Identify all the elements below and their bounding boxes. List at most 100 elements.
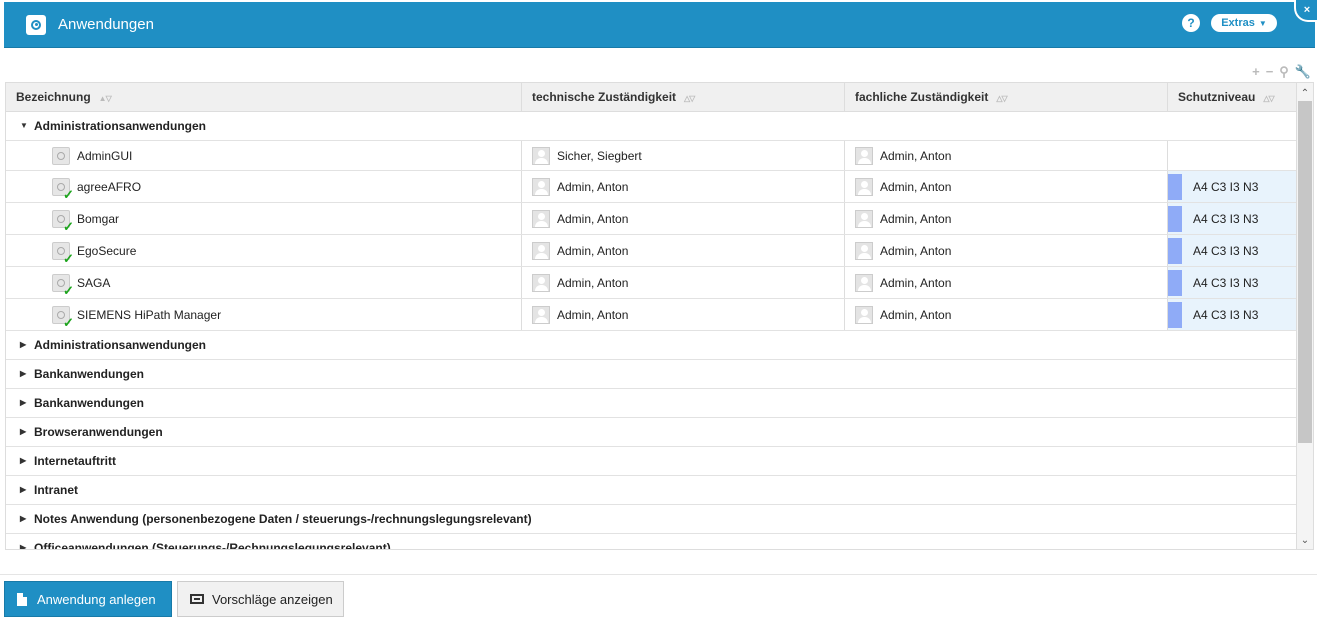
group-row-collapsed[interactable]: ▶ Officeanwendungen (Steuerungs-/Rechnung…	[6, 534, 1298, 550]
collapsed-triangle-icon[interactable]: ▶	[20, 331, 28, 359]
cell-bezeichnung: AdminGUI	[6, 141, 522, 170]
cell-bezeichnung: ✓ SIEMENS HiPath Manager	[6, 299, 522, 330]
collapsed-triangle-icon[interactable]: ▶	[20, 389, 28, 417]
application-icon: ✓	[52, 177, 74, 202]
cell-fachliche-zustaendigkeit: Admin, Anton	[845, 299, 1168, 330]
group-row-collapsed[interactable]: ▶ Intranet	[6, 476, 1298, 505]
group-label: Officeanwendungen (Steuerungs-/Rechnungs…	[34, 541, 391, 550]
application-icon: ✓	[52, 273, 74, 298]
cell-fachliche-zustaendigkeit: Admin, Anton	[845, 267, 1168, 298]
table-row[interactable]: ✓ SIEMENS HiPath Manager Admin, Anton Admin…	[6, 299, 1298, 331]
caret-down-icon: ▼	[1258, 18, 1267, 28]
cell-technische-zustaendigkeit: Sicher, Siegbert	[522, 141, 845, 170]
cell-schutzniveau: A4 C3 I3 N3	[1168, 203, 1298, 234]
footer-bar: Anwendung anlegen Vorschläge anzeigen	[0, 574, 1317, 618]
group-row-collapsed[interactable]: ▶ Internetauftritt	[6, 447, 1298, 476]
group-row-expanded[interactable]: ▼ Administrationsanwendungen	[6, 112, 1298, 141]
group-label: Browseranwendungen	[34, 425, 163, 439]
remove-icon[interactable]: −	[1266, 64, 1274, 80]
schutzniveau-badge: A4 C3 I3 N3	[1168, 267, 1298, 298]
collapsed-triangle-icon[interactable]: ▶	[20, 505, 28, 533]
group-row-collapsed[interactable]: ▶ Browseranwendungen	[6, 418, 1298, 447]
cell-schutzniveau: A4 C3 I3 N3	[1168, 171, 1298, 202]
table-row[interactable]: ✓ agreeAFRO Admin, Anton Admin, Anton A4 C3 …	[6, 171, 1298, 203]
cell-bezeichnung: ✓ agreeAFRO	[6, 171, 522, 202]
collapsed-triangle-icon[interactable]: ▶	[20, 447, 28, 475]
person-icon	[532, 273, 550, 292]
schutzniveau-badge: A4 C3 I3 N3	[1168, 299, 1298, 330]
create-application-button[interactable]: Anwendung anlegen	[4, 581, 172, 617]
table-row[interactable]: ✓ Bomgar Admin, Anton Admin, Anton A4 C3 I3 …	[6, 203, 1298, 235]
collapsed-triangle-icon[interactable]: ▶	[20, 476, 28, 504]
collapsed-groups: ▶ Administrationsanwendungen ▶ Bankanwendun…	[6, 331, 1298, 550]
document-icon	[17, 592, 27, 606]
group-row-collapsed[interactable]: ▶ Bankanwendungen	[6, 360, 1298, 389]
checkmark-icon: ✓	[63, 282, 74, 298]
sort-asc-icon: ▲▽	[98, 94, 112, 103]
group-label: Intranet	[34, 483, 79, 497]
cell-technische-zustaendigkeit: Admin, Anton	[522, 267, 845, 298]
table-row[interactable]: AdminGUI Sicher, Siegbert Admin, Anton	[6, 141, 1298, 171]
person-icon	[855, 241, 873, 260]
checkmark-icon: ✓	[63, 314, 74, 330]
cell-bezeichnung: ✓ Bomgar	[6, 203, 522, 234]
add-icon[interactable]: +	[1252, 64, 1260, 80]
column-header-technische-zustaendigkeit[interactable]: technische Zuständigkeit △▽	[522, 83, 845, 111]
cell-bezeichnung: ✓ EgoSecure	[6, 235, 522, 266]
cell-technische-zustaendigkeit: Admin, Anton	[522, 235, 845, 266]
grid-toolbar: + − ⚲ 🔧	[1252, 64, 1311, 80]
help-icon[interactable]: ?	[1182, 14, 1200, 32]
person-icon	[532, 305, 550, 324]
group-row-collapsed[interactable]: ▶ Administrationsanwendungen	[6, 331, 1298, 360]
app-icon	[26, 14, 46, 35]
search-icon[interactable]: ⚲	[1279, 64, 1289, 80]
table-row[interactable]: ✓ SAGA Admin, Anton Admin, Anton A4 C3 I3 N3	[6, 267, 1298, 299]
person-icon	[532, 241, 550, 260]
group-label: Notes Anwendung (personenbezogene Daten …	[34, 512, 532, 526]
group-label: Internetauftritt	[34, 454, 116, 468]
wrench-icon[interactable]: 🔧	[1295, 64, 1311, 80]
table-row[interactable]: ✓ EgoSecure Admin, Anton Admin, Anton A4 C3 …	[6, 235, 1298, 267]
checkmark-icon: ✓	[63, 250, 74, 266]
group-label: Bankanwendungen	[34, 367, 145, 381]
application-icon: ✓	[52, 241, 74, 266]
scrollbar-thumb[interactable]	[1298, 101, 1312, 443]
show-suggestions-button[interactable]: Vorschläge anzeigen	[177, 581, 344, 617]
column-header-bezeichnung[interactable]: Bezeichnung ▲▽	[6, 83, 522, 111]
person-icon	[855, 273, 873, 292]
collapsed-triangle-icon[interactable]: ▶	[20, 360, 28, 388]
column-header-schutzniveau[interactable]: Schutzniveau △▽	[1168, 83, 1298, 111]
group-row-collapsed[interactable]: ▶ Notes Anwendung (personenbezogene Daten…	[6, 505, 1298, 534]
cell-schutzniveau: A4 C3 I3 N3	[1168, 267, 1298, 298]
group-row-collapsed[interactable]: ▶ Bankanwendungen	[6, 389, 1298, 418]
collapsed-triangle-icon[interactable]: ▶	[20, 418, 28, 446]
person-icon	[855, 209, 873, 228]
checkmark-icon: ✓	[63, 218, 74, 234]
schutzniveau-badge: A4 C3 I3 N3	[1168, 235, 1298, 266]
expanded-triangle-icon[interactable]: ▼	[20, 112, 28, 140]
extras-label: Extras	[1221, 17, 1255, 29]
sort-icon: △▽	[996, 94, 1007, 103]
vertical-scrollbar[interactable]: ⌃ ⌄	[1296, 83, 1313, 549]
person-icon	[532, 177, 550, 196]
cell-technische-zustaendigkeit: Admin, Anton	[522, 299, 845, 330]
cell-schutzniveau: A4 C3 I3 N3	[1168, 235, 1298, 266]
cell-schutzniveau	[1168, 141, 1298, 170]
grid-header: Bezeichnung ▲▽ technische Zuständigkeit △▽…	[6, 83, 1313, 112]
window-title: Anwendungen	[58, 16, 154, 33]
cell-fachliche-zustaendigkeit: Admin, Anton	[845, 203, 1168, 234]
group-label: Administrationsanwendungen	[34, 338, 207, 352]
collapsed-triangle-icon[interactable]: ▶	[20, 534, 28, 549]
person-icon	[532, 209, 550, 228]
group-rows: AdminGUI Sicher, Siegbert Admin, Anton ✓ agr…	[6, 141, 1298, 331]
scroll-up-icon[interactable]: ⌃	[1297, 86, 1313, 102]
grid-body: ▼ Administrationsanwendungen AdminGUI Sic…	[6, 112, 1298, 550]
list-icon	[190, 594, 204, 604]
cell-fachliche-zustaendigkeit: Admin, Anton	[845, 235, 1168, 266]
application-icon: ✓	[52, 305, 74, 330]
extras-dropdown[interactable]: Extras ▼	[1211, 14, 1277, 32]
column-header-fachliche-zustaendigkeit[interactable]: fachliche Zuständigkeit △▽	[845, 83, 1168, 111]
scroll-down-icon[interactable]: ⌄	[1297, 533, 1313, 549]
person-icon	[855, 305, 873, 324]
window-header: Anwendungen	[4, 2, 1315, 48]
